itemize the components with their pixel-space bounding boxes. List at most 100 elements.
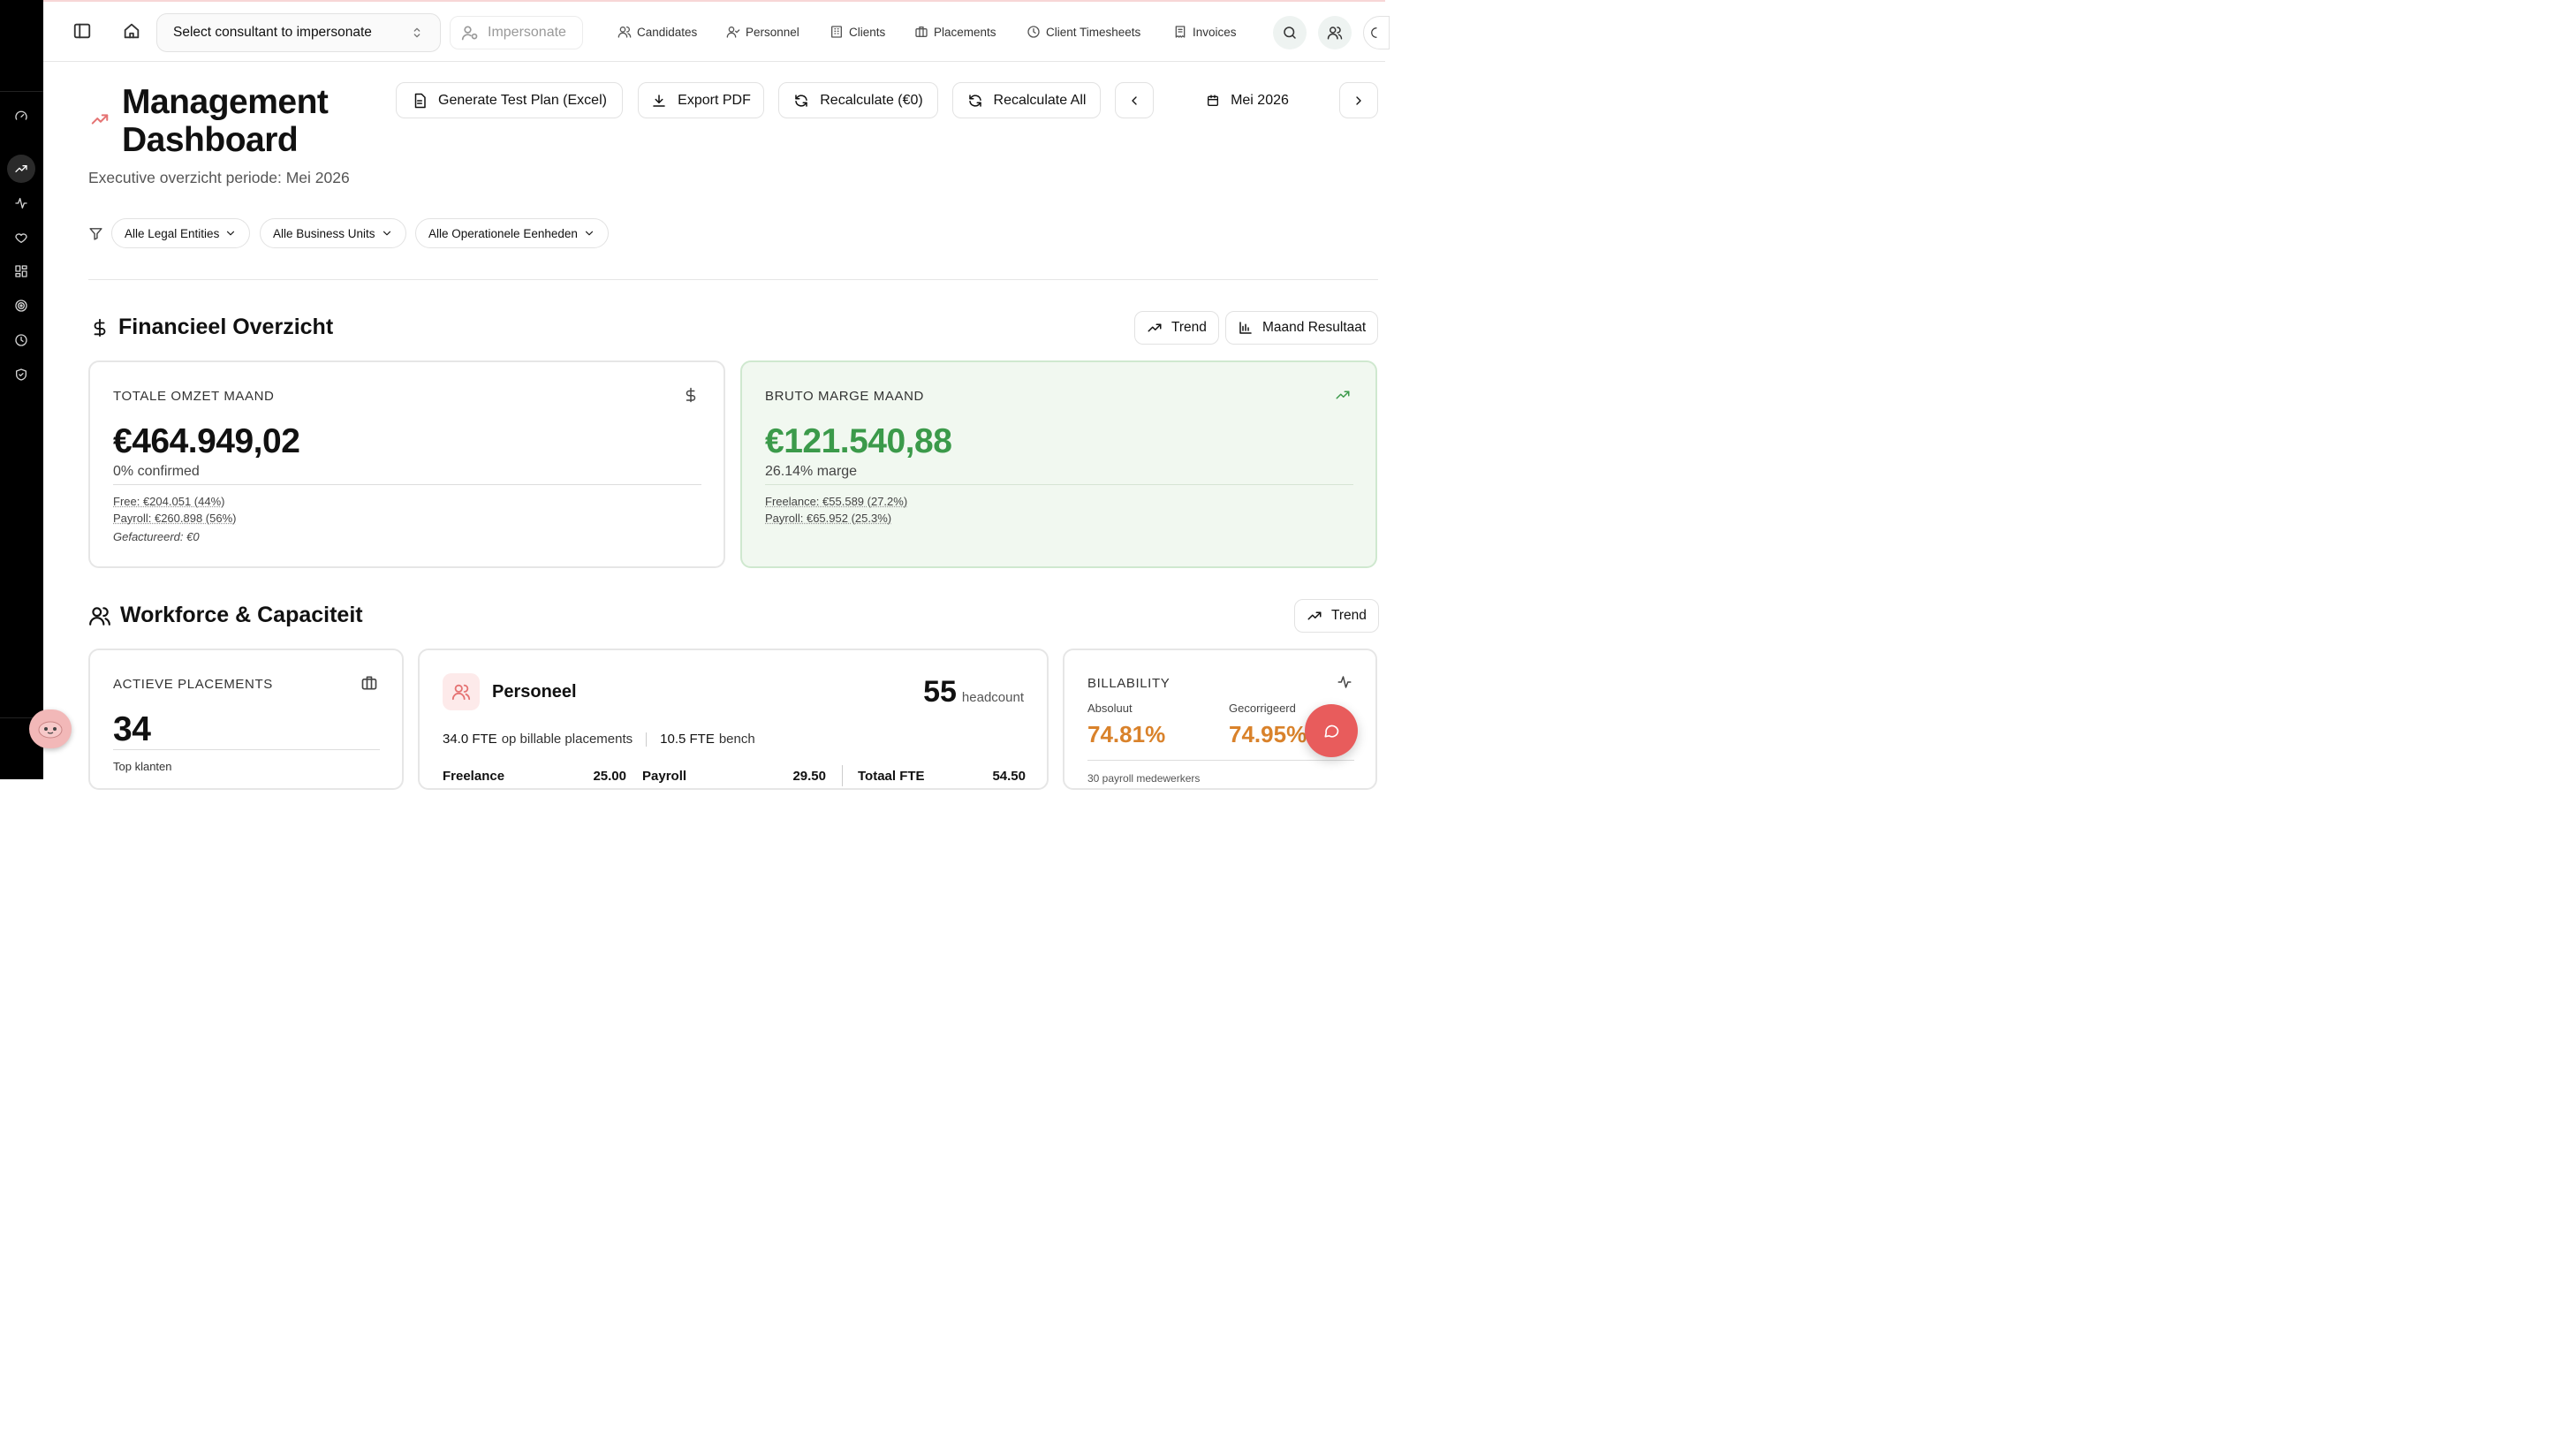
top-bar: Select consultant to impersonate Imperso…: [43, 0, 1390, 62]
button-label: Trend: [1331, 608, 1367, 623]
message-circle-icon: [1324, 724, 1339, 738]
sidebar-toggle-icon[interactable]: [72, 21, 94, 42]
filter-label: Alle Business Units: [273, 226, 375, 240]
briefcase-icon: [360, 674, 379, 692]
users-icon: [1327, 27, 1343, 40]
total-value: 54.50: [992, 769, 1026, 784]
chevron-right-icon: [1356, 95, 1361, 105]
filter-icon: [88, 226, 103, 241]
period-picker[interactable]: Mei 2026: [1168, 82, 1327, 118]
trending-up-icon: [1307, 611, 1322, 620]
operational-units-filter[interactable]: Alle Operationele Eenheden: [415, 218, 609, 248]
layout-grid-icon[interactable]: [7, 257, 35, 285]
free-breakdown[interactable]: Free: €204.051 (44%): [113, 495, 224, 508]
button-label: Export PDF: [678, 92, 751, 108]
nav-personnel[interactable]: Personnel: [726, 25, 799, 39]
section-divider: [88, 279, 1378, 280]
bar-chart-icon: [1239, 322, 1252, 334]
freelance-fte: Freelance 25.00: [443, 769, 626, 784]
download-icon: [653, 94, 665, 107]
financial-trend-button[interactable]: Trend: [1134, 311, 1219, 345]
legal-entities-filter[interactable]: Alle Legal Entities: [111, 218, 251, 248]
workforce-trend-button[interactable]: Trend: [1294, 599, 1379, 633]
nav-candidates[interactable]: Candidates: [617, 25, 697, 39]
more-button[interactable]: [1363, 16, 1390, 49]
workforce-section-title: Workforce & Capaciteit: [88, 603, 363, 628]
next-period-button[interactable]: [1339, 82, 1378, 118]
consultant-select-label: Select consultant to impersonate: [173, 25, 372, 40]
heart-icon[interactable]: [7, 224, 35, 252]
activity-icon[interactable]: [7, 189, 35, 217]
fte-billable-text: op billable placements: [501, 732, 633, 747]
shield-check-icon[interactable]: [7, 360, 35, 389]
page-subtitle: Executive overzicht periode: Mei 2026: [88, 169, 350, 186]
circle-icon: [1371, 27, 1377, 38]
nav-clients[interactable]: Clients: [830, 25, 885, 39]
search-icon: [1284, 27, 1296, 39]
separator: [646, 732, 648, 747]
nav-label: Placements: [934, 25, 996, 39]
card-divider: [1087, 760, 1354, 761]
nav-label: Personnel: [746, 25, 799, 39]
payroll-value: 29.50: [792, 769, 826, 784]
section-title-label: Workforce & Capaciteit: [120, 603, 363, 627]
trending-up-icon: [1148, 323, 1162, 332]
rail-divider: [0, 91, 43, 92]
card-divider: [765, 484, 1353, 485]
users-icon: [617, 27, 632, 38]
recalculate-all-button[interactable]: Recalculate All: [952, 82, 1101, 118]
chat-button[interactable]: [1305, 704, 1358, 757]
consultant-select[interactable]: Select consultant to impersonate: [156, 13, 441, 52]
generate-test-plan-button[interactable]: Generate Test Plan (Excel): [396, 82, 623, 118]
business-units-filter[interactable]: Alle Business Units: [260, 218, 406, 248]
chevron-down-icon: [383, 231, 390, 236]
freelance-label: Freelance: [443, 769, 505, 784]
card-label: BILLABILITY: [1087, 676, 1171, 691]
margin-card: BRUTO MARGE MAAND €121.540,88 26.14% mar…: [740, 360, 1377, 568]
headcount-value: 55: [923, 675, 957, 709]
total-label: Totaal FTE: [858, 769, 925, 784]
users-button[interactable]: [1318, 16, 1352, 49]
impersonate-label: Impersonate: [488, 25, 566, 40]
personnel-card: Personeel 55 headcount 34.0 FTE op billa…: [418, 649, 1049, 790]
gauge-icon[interactable]: [7, 102, 35, 130]
home-icon[interactable]: [122, 21, 143, 42]
payroll-margin[interactable]: Payroll: €65.952 (25.3%): [765, 512, 891, 525]
freelance-margin[interactable]: Freelance: €55.589 (27.2%): [765, 495, 907, 508]
nav-client-timesheets[interactable]: Client Timesheets: [1027, 25, 1140, 39]
button-label: Generate Test Plan (Excel): [438, 92, 607, 108]
previous-period-button[interactable]: [1115, 82, 1154, 118]
recalculate-button[interactable]: Recalculate (€0): [778, 82, 938, 118]
nav-label: Candidates: [637, 25, 698, 39]
trending-up-icon[interactable]: [7, 155, 35, 183]
financial-section-title: Financieel Overzicht: [90, 315, 333, 340]
search-button[interactable]: [1273, 16, 1307, 49]
filter-label: Alle Legal Entities: [125, 226, 220, 240]
payroll-employees: 30 payroll medewerkers: [1087, 772, 1201, 785]
export-pdf-button[interactable]: Export PDF: [638, 82, 764, 118]
calendar-icon: [1208, 94, 1219, 106]
nav-invoices[interactable]: Invoices: [1173, 25, 1237, 39]
target-icon[interactable]: [7, 292, 35, 320]
card-divider: [113, 749, 380, 750]
users-icon: [443, 673, 480, 710]
trending-up-icon: [1333, 387, 1352, 403]
section-title-label: Financieel Overzicht: [118, 315, 334, 339]
dollar-icon: [683, 385, 699, 405]
fte-billable-value: 34.0 FTE: [443, 732, 497, 747]
payroll-breakdown[interactable]: Payroll: €260.898 (56%): [113, 512, 236, 525]
clock-icon[interactable]: [7, 326, 35, 354]
chevron-left-icon: [1132, 95, 1137, 105]
headcount: 55 headcount: [923, 675, 1024, 709]
month-result-button[interactable]: Maand Resultaat: [1225, 311, 1379, 345]
nav-placements[interactable]: Placements: [914, 25, 996, 39]
assistant-avatar[interactable]: [29, 709, 72, 748]
activity-icon: [1337, 674, 1352, 690]
top-clients-label: Top klanten: [113, 760, 172, 773]
impersonate-button[interactable]: Impersonate: [450, 16, 583, 49]
face-icon: [38, 721, 63, 739]
margin-value: €121.540,88: [765, 422, 952, 460]
button-label: Recalculate All: [993, 92, 1087, 108]
button-label: Trend: [1171, 320, 1207, 335]
fte-summary: 34.0 FTE op billable placements 10.5 FTE…: [443, 732, 755, 747]
